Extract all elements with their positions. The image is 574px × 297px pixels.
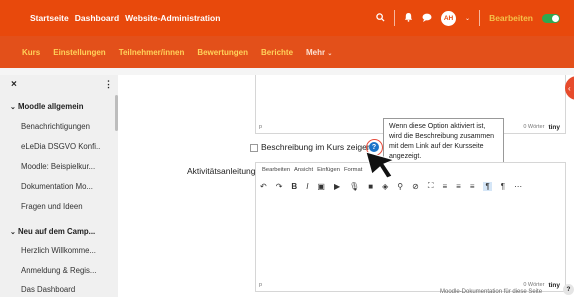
divider	[394, 10, 396, 26]
media-icon[interactable]: ▶	[334, 182, 340, 191]
primary-nav: Startseite Dashboard Website-Administrat…	[30, 0, 220, 36]
list-item[interactable]: Anmeldung & Regis...	[21, 266, 96, 275]
section-label: Moodle allgemein	[18, 102, 84, 111]
align-center-icon[interactable]: ≡	[456, 182, 461, 191]
nav-home[interactable]: Startseite	[30, 13, 69, 23]
menu-insert[interactable]: Einfügen	[317, 167, 340, 173]
close-icon[interactable]: ×	[11, 79, 17, 90]
tab-participants[interactable]: Teilnehmer/innen	[119, 48, 185, 57]
tab-grades[interactable]: Bewertungen	[197, 48, 248, 57]
top-navbar: Startseite Dashboard Website-Administrat…	[0, 0, 574, 36]
menu-view[interactable]: Ansicht	[294, 167, 313, 173]
menu-edit[interactable]: Bearbeiten	[262, 167, 290, 173]
chevron-down-icon: ⌄	[10, 104, 16, 111]
footer-docs-link[interactable]: Moodle-Dokumentation für diese Seite	[440, 289, 542, 295]
bold-icon[interactable]: B	[291, 182, 297, 191]
editor-statusbar-right: 0 Wörter tiny	[523, 282, 560, 289]
chevron-left-icon: ‹	[568, 84, 571, 93]
more-icon[interactable]: ⋯	[514, 182, 522, 191]
tab-more[interactable]: Mehr ⌄	[306, 48, 332, 57]
rtl-icon[interactable]: ¶	[501, 182, 505, 191]
align-right-icon[interactable]: ≡	[470, 182, 475, 191]
chevron-down-icon: ⌄	[10, 229, 16, 236]
course-index-drawer: × ⋮ ⌄ Moodle allgemein Benachrichtigunge…	[0, 75, 118, 297]
unlink-icon[interactable]: ⊘	[412, 182, 419, 191]
element-path: p	[259, 124, 263, 130]
element-path: p	[259, 282, 263, 288]
section-heading-moodle-allgemein[interactable]: ⌄ Moodle allgemein	[10, 102, 83, 111]
chevron-down-icon: ⌄	[327, 50, 333, 57]
nav-dashboard[interactable]: Dashboard	[75, 13, 119, 23]
user-area: AH ⌄ Bearbeiten	[376, 0, 560, 36]
tab-settings[interactable]: Einstellungen	[53, 48, 105, 57]
word-count: 0 Wörter	[523, 124, 545, 130]
divider	[479, 10, 481, 26]
video-icon[interactable]: ■	[368, 182, 373, 191]
word-count: 0 Wörter	[523, 282, 545, 288]
course-navbar: Kurs Einstellungen Teilnehmer/innen Bewe…	[0, 36, 574, 68]
editor-statusbar-right: 0 Wörter tiny	[523, 124, 560, 131]
list-item[interactable]: eLeDia DSGVO Konfi..	[21, 142, 100, 151]
fullscreen-icon[interactable]: ⛶	[428, 181, 434, 191]
chevron-down-icon[interactable]: ⌄	[465, 15, 470, 22]
tiny-logo: tiny	[548, 281, 560, 289]
align-left-icon[interactable]: ≡	[442, 182, 447, 191]
list-item[interactable]: Herzlich Willkomme...	[21, 246, 96, 255]
editor-toolbar: ↶ ↷ B I ▣ ▶ 🎙 ■ ◈ ⚲ ⊘ ⛶ ≡ ≡ ≡ ¶ ¶ ⋯	[260, 181, 522, 191]
list-item[interactable]: Moodle: Beispielkur...	[21, 162, 95, 171]
tab-course[interactable]: Kurs	[22, 48, 40, 57]
activity-instructions-label: Aktivitätsanleitung	[187, 166, 256, 176]
edit-mode-toggle[interactable]	[542, 13, 560, 23]
more-options-icon[interactable]: ⋮	[104, 79, 113, 90]
italic-icon[interactable]: I	[306, 182, 308, 191]
image-icon[interactable]: ▣	[317, 182, 325, 191]
tab-more-label: Mehr	[306, 47, 326, 57]
list-item[interactable]: Benachrichtigungen	[21, 122, 90, 131]
show-description-checkbox[interactable]	[250, 144, 258, 152]
help-icon[interactable]: ?	[563, 284, 574, 295]
search-icon[interactable]	[376, 12, 385, 24]
audio-icon[interactable]: 🎙	[349, 182, 359, 191]
chat-icon[interactable]	[422, 13, 432, 24]
ltr-icon[interactable]: ¶	[483, 181, 492, 191]
link-icon[interactable]: ⚲	[397, 182, 403, 191]
undo-icon[interactable]: ↶	[260, 182, 267, 191]
list-item[interactable]: Das Dashboard	[21, 285, 75, 294]
editor-menubar: Bearbeiten Ansicht Einfügen Format	[262, 167, 362, 173]
show-description-label: Beschreibung im Kurs zeigen	[261, 142, 372, 152]
h5p-icon[interactable]: ◈	[382, 182, 388, 191]
tab-reports[interactable]: Berichte	[261, 48, 293, 57]
section-label: Neu auf dem Camp...	[18, 227, 96, 236]
avatar[interactable]: AH	[441, 10, 457, 26]
bell-icon[interactable]	[404, 12, 413, 24]
redo-icon[interactable]: ↷	[276, 182, 283, 191]
course-tabs: Kurs Einstellungen Teilnehmer/innen Bewe…	[22, 36, 332, 68]
section-heading-neu-auf-dem-campus[interactable]: ⌄ Neu auf dem Camp...	[10, 227, 95, 236]
nav-site-admin[interactable]: Website-Administration	[125, 13, 220, 23]
mouse-pointer-icon	[365, 151, 396, 179]
tiny-logo: tiny	[548, 123, 560, 131]
edit-mode-label: Bearbeiten	[489, 13, 533, 23]
list-item[interactable]: Fragen und Ideen	[21, 202, 83, 211]
list-item[interactable]: Dokumentation Mo...	[21, 182, 93, 191]
menu-format[interactable]: Format	[344, 167, 362, 173]
